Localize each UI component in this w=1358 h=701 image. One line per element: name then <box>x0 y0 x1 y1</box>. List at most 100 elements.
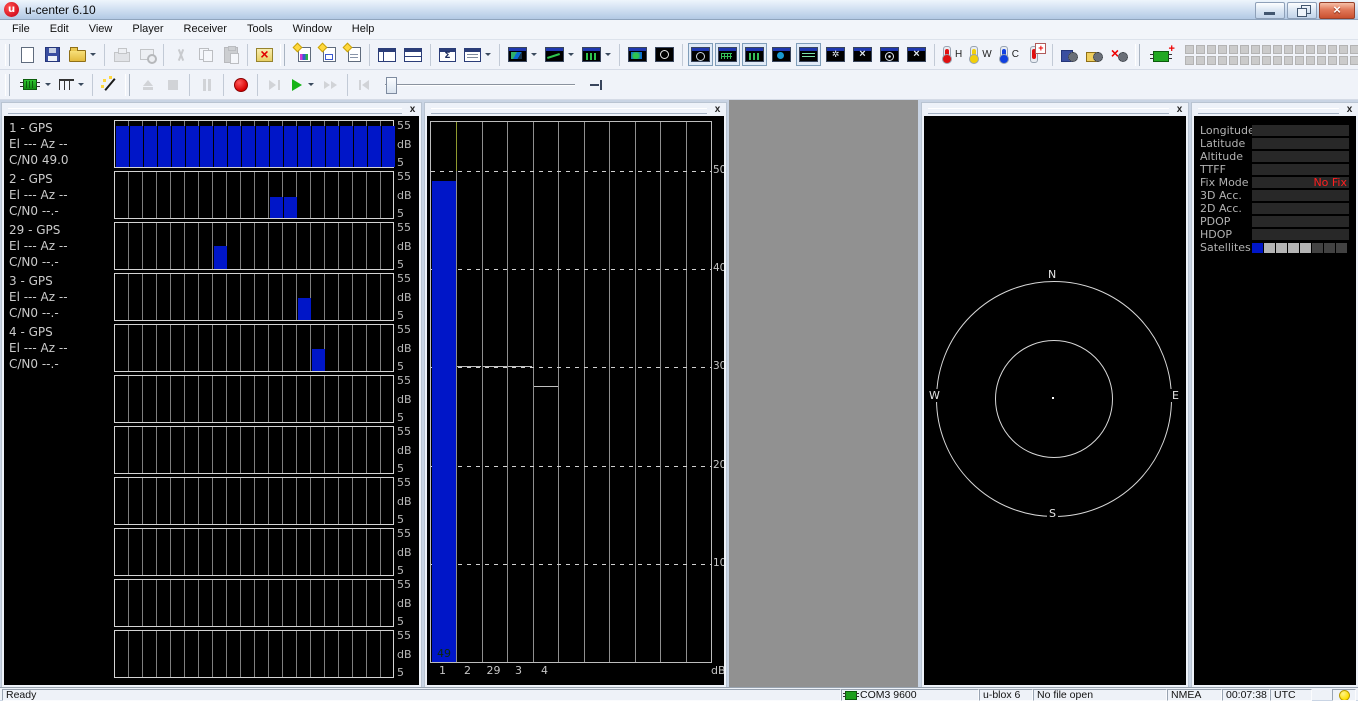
axis-label: 55 <box>397 171 419 182</box>
data-field-value <box>1252 216 1349 227</box>
satellite-level-cell <box>1251 45 1260 54</box>
dropdown-caret-icon[interactable] <box>90 53 96 56</box>
restore-button[interactable] <box>1287 2 1317 19</box>
new-date-view-button[interactable] <box>316 43 339 66</box>
panel-grip[interactable] <box>8 108 402 114</box>
world-position-view-button[interactable] <box>769 43 794 66</box>
panel-close-button[interactable]: x <box>1173 104 1186 116</box>
x-tick-label: 1 <box>430 664 455 677</box>
panel-grip[interactable] <box>928 108 1169 114</box>
menu-item-window[interactable]: Window <box>283 20 342 39</box>
split-top-button[interactable] <box>401 43 425 66</box>
axis-label: 55 <box>397 375 419 386</box>
clear-all-button[interactable] <box>253 43 276 66</box>
satellite-level-cell <box>1240 45 1249 54</box>
toolbar-grip[interactable] <box>5 74 10 96</box>
data-field-value <box>1252 125 1349 136</box>
toolbar-grip[interactable] <box>5 44 10 66</box>
signal-chart-view-button[interactable] <box>742 43 767 66</box>
messages-view-button[interactable] <box>461 43 494 66</box>
toolbar-grip[interactable] <box>125 74 130 96</box>
autobaud-button[interactable] <box>98 73 121 96</box>
history-axis: 55dB5 <box>394 630 419 678</box>
map-view-button[interactable] <box>625 43 650 66</box>
history-gridline <box>366 631 367 677</box>
thermo-red-icon <box>943 46 951 63</box>
menu-item-help[interactable]: Help <box>342 20 385 39</box>
menu-item-player[interactable]: Player <box>122 20 173 39</box>
menu-item-edit[interactable]: Edit <box>40 20 79 39</box>
history-gridline <box>156 529 157 575</box>
slider-thumb[interactable] <box>386 77 397 94</box>
history-gridline <box>380 529 381 575</box>
statistic-view-button[interactable] <box>436 43 459 66</box>
altitude-view-button[interactable] <box>904 43 929 66</box>
dropdown-caret-icon[interactable] <box>45 83 51 86</box>
save-workspace-button[interactable] <box>1058 43 1081 66</box>
history-gridline <box>226 631 227 677</box>
satellite-id: 1 - GPS <box>9 120 114 136</box>
panel-close-button[interactable]: x <box>406 104 419 116</box>
split-left-button[interactable] <box>375 43 399 66</box>
play-button[interactable] <box>288 73 317 96</box>
dropdown-caret-icon[interactable] <box>531 53 537 56</box>
panel-grip[interactable] <box>1198 108 1339 114</box>
dropdown-caret-icon[interactable] <box>308 83 314 86</box>
deviation-map-button[interactable] <box>652 43 677 66</box>
deviation-view-button[interactable] <box>850 43 875 66</box>
panel-close-button[interactable]: x <box>1343 104 1356 116</box>
playback-position-slider[interactable] <box>385 76 575 94</box>
menu-item-file[interactable]: File <box>2 20 40 39</box>
add-connection-button[interactable] <box>1146 43 1176 66</box>
minimize-button[interactable] <box>1255 2 1285 19</box>
history-gridline <box>142 274 143 320</box>
dark-sky-icon <box>691 47 710 62</box>
open-file-button[interactable] <box>66 43 99 66</box>
data-field-row: Fix ModeNo Fix <box>1194 176 1356 189</box>
history-bar <box>242 126 255 167</box>
dropdown-caret-icon[interactable] <box>485 53 491 56</box>
histogram-view-button[interactable] <box>579 43 614 66</box>
skip-to-start-button <box>353 73 376 96</box>
docking-hot-button[interactable]: H <box>940 43 965 66</box>
menu-item-tools[interactable]: Tools <box>237 20 283 39</box>
axis-label: dB <box>397 649 419 660</box>
skip-to-end-button[interactable] <box>584 73 607 96</box>
clock-view-button[interactable] <box>877 43 902 66</box>
toolbar-grip[interactable] <box>1135 44 1140 66</box>
baudrate-button[interactable] <box>56 73 87 96</box>
camera-view-button[interactable] <box>505 43 540 66</box>
status-file-text: No file open <box>1037 689 1093 701</box>
docking-cold-button[interactable]: C <box>997 43 1022 66</box>
sky-view-button[interactable] <box>688 43 713 66</box>
dropdown-caret-icon[interactable] <box>568 53 574 56</box>
menu-item-receiver[interactable]: Receiver <box>174 20 237 39</box>
compass-view-button[interactable] <box>823 43 848 66</box>
close-window-button[interactable] <box>1319 2 1355 19</box>
delete-workspace-button[interactable] <box>1108 43 1131 66</box>
dropdown-caret-icon[interactable] <box>78 83 84 86</box>
satellite-level-cell <box>1240 56 1249 65</box>
new-chart-view-button[interactable] <box>291 43 314 66</box>
new-file-button[interactable] <box>16 43 39 66</box>
menu-item-view[interactable]: View <box>79 20 123 39</box>
history-bar <box>172 126 185 167</box>
history-gridline <box>282 631 283 677</box>
open-workspace-button[interactable] <box>1083 43 1106 66</box>
dropdown-caret-icon[interactable] <box>605 53 611 56</box>
docking-add-button[interactable] <box>1024 43 1047 66</box>
panel-close-button[interactable]: x <box>711 104 724 116</box>
toolbar-grip[interactable] <box>280 44 285 66</box>
axis-label: 55 <box>397 528 419 539</box>
table-view-button[interactable] <box>796 43 821 66</box>
panel-grip[interactable] <box>431 108 707 114</box>
docking-warm-button[interactable]: W <box>967 43 994 66</box>
connect-button[interactable] <box>16 73 54 96</box>
data-grid-view-button[interactable] <box>715 43 740 66</box>
save-file-button[interactable] <box>41 43 64 66</box>
new-text-view-button[interactable] <box>341 43 364 66</box>
chart-view-button[interactable] <box>542 43 577 66</box>
history-bar <box>284 197 297 218</box>
record-button[interactable] <box>229 73 252 96</box>
history-gridline <box>128 529 129 575</box>
